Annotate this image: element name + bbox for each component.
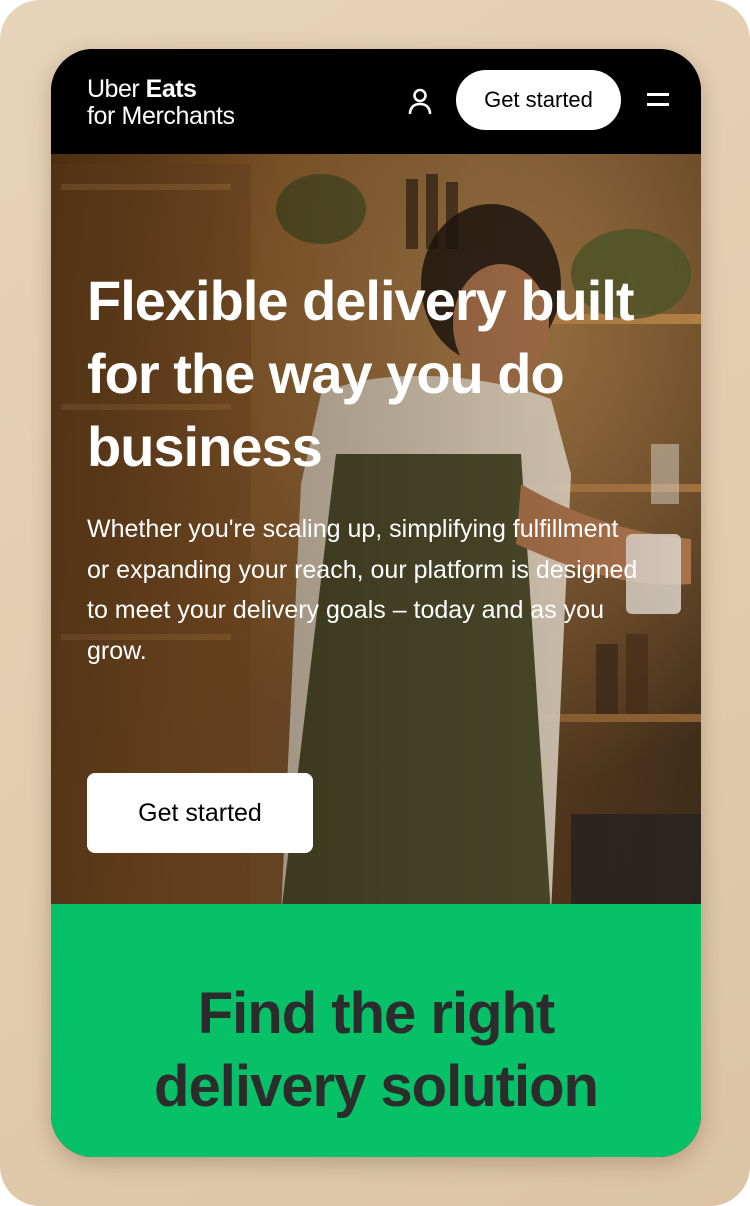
hero-title: Flexible delivery built for the way you …: [87, 269, 635, 478]
solutions-heading-line-1: Find the right: [197, 981, 555, 1046]
logo-eats-text: Eats: [145, 75, 197, 103]
hero-section: Flexible delivery built for the way you …: [51, 154, 701, 904]
device-frame: Uber Eats for Merchants Get started Flex…: [0, 0, 750, 1206]
user-icon[interactable]: [406, 87, 434, 117]
hero-subtitle: Whether you're scaling up, simplifying f…: [87, 515, 638, 665]
logo-line-2: for Merchants: [87, 102, 235, 130]
mobile-screen: Uber Eats for Merchants Get started Flex…: [51, 49, 701, 1157]
logo-uber-text: Uber: [87, 75, 146, 103]
uber-eats-merchants-logo[interactable]: Uber Eats for Merchants: [87, 76, 235, 130]
solutions-heading: Find the right delivery solution: [51, 977, 701, 1123]
hero-get-started-button[interactable]: Get started: [87, 773, 313, 853]
hamburger-menu-icon[interactable]: [647, 91, 671, 111]
top-nav: Uber Eats for Merchants Get started: [51, 49, 701, 154]
delivery-solutions-section: Find the right delivery solution: [51, 904, 701, 1157]
nav-get-started-button[interactable]: Get started: [456, 70, 621, 130]
logo-line-1: Uber Eats: [87, 76, 235, 103]
solutions-heading-line-2: delivery solution: [154, 1054, 599, 1119]
